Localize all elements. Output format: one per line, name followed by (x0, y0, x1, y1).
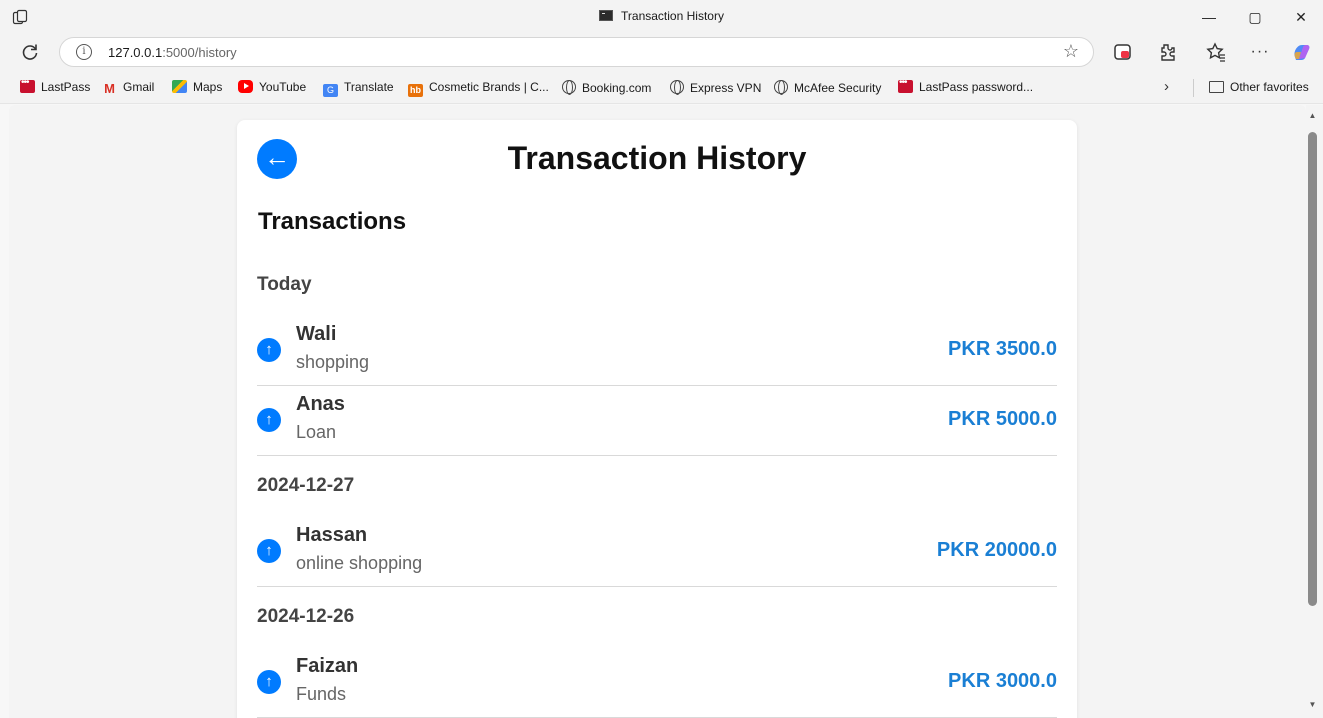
address-bar[interactable]: i 127.0.0.1:5000/history ☆ (59, 37, 1094, 67)
extensions-icon[interactable] (1156, 41, 1178, 63)
favorite-cosmetic-brands[interactable]: hb Cosmetic Brands | C... (408, 80, 549, 97)
title-bar: Transaction History — ▢ ✕ (0, 0, 1323, 33)
url-text[interactable]: 127.0.0.1:5000/history (108, 45, 237, 60)
other-favorites[interactable]: Other favorites (1209, 80, 1309, 94)
transaction-amount: PKR 3500.0 (948, 338, 1057, 360)
favorite-lastpass[interactable]: LastPass (20, 77, 91, 94)
youtube-icon (238, 80, 253, 93)
site-info-icon[interactable]: i (76, 44, 92, 60)
group-label-date: 2024-12-26 (257, 606, 355, 627)
lastpass-icon (20, 77, 35, 93)
url-host: 127.0.0.1 (108, 45, 163, 60)
favorite-label: Booking.com (582, 81, 652, 95)
transaction-description: online shopping (296, 553, 423, 573)
transaction-description: Loan (296, 422, 337, 442)
arrow-up-icon: ↑ (257, 539, 281, 563)
favorite-label: Cosmetic Brands | C... (429, 80, 549, 94)
transaction-name: Hassan (296, 524, 368, 546)
favorite-lastpass-password[interactable]: LastPass password... (898, 77, 1034, 94)
group-label-today: Today (257, 274, 312, 295)
favorite-label: Gmail (123, 80, 155, 94)
gmail-icon: M (104, 81, 115, 96)
reload-icon[interactable] (19, 41, 41, 63)
arrow-up-icon: ↑ (257, 338, 281, 362)
maps-icon (172, 80, 187, 93)
chevron-right-icon[interactable]: › (1164, 78, 1169, 95)
favorite-maps[interactable]: Maps (172, 80, 222, 94)
group-label-date: 2024-12-27 (257, 475, 355, 496)
close-button[interactable]: ✕ (1290, 6, 1312, 28)
copilot-icon[interactable] (1290, 41, 1312, 63)
more-options-icon[interactable]: ··· (1249, 41, 1271, 63)
arrow-up-icon: ↑ (257, 670, 281, 694)
page-viewport: ← Transaction History Transactions Today… (9, 105, 1306, 718)
favorite-label: Maps (193, 80, 223, 94)
divider (1193, 79, 1194, 97)
favorites-bar: LastPass MGmail Maps YouTube GTranslate … (0, 71, 1323, 104)
history-card: ← Transaction History Transactions Today… (237, 120, 1077, 718)
favorite-mcafee[interactable]: McAfee Security (774, 80, 881, 95)
hb-icon: hb (408, 84, 423, 97)
favorite-label: McAfee Security (794, 81, 882, 95)
scroll-down-arrow[interactable]: ▼ (1308, 700, 1317, 709)
favorite-express-vpn[interactable]: Express VPN (670, 80, 761, 95)
transaction-name: Wali (296, 323, 337, 345)
transaction-amount: PKR 5000.0 (948, 408, 1057, 430)
favorite-label: Express VPN (690, 81, 762, 95)
favorite-star-icon[interactable]: ☆ (1063, 41, 1079, 62)
transaction-row[interactable]: ↑ Wali shopping PKR 3500.0 (257, 316, 1057, 386)
favorite-gmail[interactable]: M Gmail (102, 80, 154, 95)
maximize-button[interactable]: ▢ (1244, 6, 1266, 28)
globe-icon (562, 80, 576, 95)
section-title: Transactions (258, 208, 407, 235)
transaction-name: Anas (296, 393, 345, 415)
transaction-name: Faizan (296, 655, 359, 677)
folder-icon (1209, 81, 1224, 93)
scrollbar-thumb[interactable] (1308, 132, 1317, 606)
window-title-text: Transaction History (621, 9, 724, 23)
transaction-row[interactable]: ↑ Anas Loan PKR 5000.0 (257, 386, 1057, 456)
favorite-translate[interactable]: G Translate (323, 80, 394, 97)
minimize-button[interactable]: — (1198, 6, 1220, 28)
transaction-description: shopping (296, 352, 370, 372)
transaction-amount: PKR 20000.0 (936, 539, 1057, 561)
collections-icon[interactable] (1112, 41, 1134, 63)
favorites-icon[interactable] (1205, 41, 1227, 63)
transaction-row[interactable]: ↑ Hassan online shopping PKR 20000.0 (257, 517, 1057, 587)
globe-icon (670, 80, 684, 95)
transaction-amount: PKR 3000.0 (948, 670, 1057, 692)
globe-icon (774, 80, 788, 95)
favorite-label: YouTube (259, 80, 307, 94)
scroll-up-arrow[interactable]: ▲ (1308, 111, 1317, 120)
translate-icon: G (323, 84, 338, 97)
window-title: Transaction History (0, 9, 1323, 23)
favorite-youtube[interactable]: YouTube (238, 80, 306, 94)
transaction-row[interactable]: ↑ Faizan Funds PKR 3000.0 (257, 648, 1057, 718)
arrow-up-icon: ↑ (257, 408, 281, 432)
other-favorites-label: Other favorites (1230, 80, 1309, 94)
favorite-label: LastPass (41, 80, 91, 94)
lastpass-icon (898, 77, 913, 93)
page-title: Transaction History (507, 140, 807, 176)
url-path: :5000/history (162, 45, 237, 60)
terminal-icon (599, 10, 614, 21)
favorite-booking[interactable]: Booking.com (562, 80, 651, 95)
favorite-label: LastPass password... (919, 80, 1034, 94)
favorite-label: Translate (344, 80, 394, 94)
transaction-description: Funds (296, 684, 347, 704)
